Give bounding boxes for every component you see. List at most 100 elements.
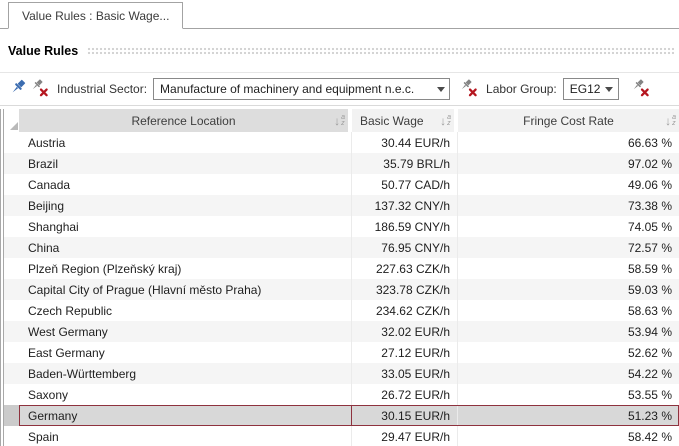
cell-basic-wage[interactable]: 227.63 CZK/h: [352, 258, 458, 279]
cell-fringe-cost-rate[interactable]: 73.38 %: [458, 195, 679, 216]
table-row[interactable]: Canada 50.77 CAD/h 49.06 %: [0, 174, 679, 195]
table-row[interactable]: Baden-Württemberg 33.05 EUR/h 54.22 %: [0, 363, 679, 384]
labor-group-value: EG12: [564, 82, 601, 96]
row-header[interactable]: [4, 300, 19, 321]
table-row[interactable]: China 76.95 CNY/h 72.57 %: [0, 237, 679, 258]
cell-fringe-cost-rate[interactable]: 49.06 %: [458, 174, 679, 195]
row-header[interactable]: [4, 195, 19, 216]
cell-reference-location[interactable]: Austria: [19, 132, 352, 153]
row-header[interactable]: [4, 363, 19, 384]
cell-fringe-cost-rate[interactable]: 72.57 %: [458, 237, 679, 258]
row-header[interactable]: [4, 321, 19, 342]
table-row[interactable]: Brazil 35.79 BRL/h 97.02 %: [0, 153, 679, 174]
table-row[interactable]: Austria 30.44 EUR/h 66.63 %: [0, 132, 679, 153]
cell-fringe-cost-rate[interactable]: 52.62 %: [458, 342, 679, 363]
row-header[interactable]: [4, 426, 19, 446]
cell-fringe-cost-rate[interactable]: 97.02 %: [458, 153, 679, 174]
cell-reference-location[interactable]: Germany: [19, 405, 352, 426]
chevron-down-icon[interactable]: [601, 79, 618, 99]
cell-reference-location[interactable]: Canada: [19, 174, 352, 195]
row-header[interactable]: [4, 153, 19, 174]
column-header-label: Fringe Cost Rate: [523, 114, 614, 128]
column-header-fringe-cost-rate[interactable]: Fringe Cost Rate ↓az: [458, 109, 679, 132]
table-row[interactable]: Saxony 26.72 EUR/h 53.55 %: [0, 384, 679, 405]
row-header[interactable]: [4, 279, 19, 300]
cell-basic-wage[interactable]: 186.59 CNY/h: [352, 216, 458, 237]
row-header[interactable]: [4, 405, 19, 426]
table-row[interactable]: Spain 29.47 EUR/h 58.42 %: [0, 426, 679, 446]
column-header-label: Basic Wage: [360, 114, 424, 128]
cell-reference-location[interactable]: Czech Republic: [19, 300, 352, 321]
cell-reference-location[interactable]: Saxony: [19, 384, 352, 405]
cell-basic-wage[interactable]: 33.05 EUR/h: [352, 363, 458, 384]
clear-industrial-sector-filter-button[interactable]: [459, 79, 479, 99]
cell-basic-wage[interactable]: 234.62 CZK/h: [352, 300, 458, 321]
row-header[interactable]: [4, 216, 19, 237]
cell-fringe-cost-rate[interactable]: 58.42 %: [458, 426, 679, 446]
cell-basic-wage[interactable]: 323.78 CZK/h: [352, 279, 458, 300]
cell-reference-location[interactable]: Plzeň Region (Plzeňský kraj): [19, 258, 352, 279]
cell-reference-location[interactable]: China: [19, 237, 352, 258]
cell-reference-location[interactable]: Baden-Württemberg: [19, 363, 352, 384]
cell-fringe-cost-rate[interactable]: 58.59 %: [458, 258, 679, 279]
table-row[interactable]: Capital City of Prague (Hlavní město Pra…: [0, 279, 679, 300]
cell-reference-location[interactable]: Shanghai: [19, 216, 352, 237]
cell-reference-location[interactable]: Spain: [19, 426, 352, 446]
row-header[interactable]: [4, 342, 19, 363]
cell-basic-wage[interactable]: 50.77 CAD/h: [352, 174, 458, 195]
pushpin-remove-icon: [631, 78, 651, 100]
table-row[interactable]: Shanghai 186.59 CNY/h 74.05 %: [0, 216, 679, 237]
cell-reference-location[interactable]: Capital City of Prague (Hlavní město Pra…: [19, 279, 352, 300]
cell-basic-wage[interactable]: 30.15 EUR/h: [352, 405, 458, 426]
cell-basic-wage[interactable]: 76.95 CNY/h: [352, 237, 458, 258]
labor-group-select[interactable]: EG12: [563, 78, 619, 100]
table-row[interactable]: Czech Republic 234.62 CZK/h 58.63 %: [0, 300, 679, 321]
table-row[interactable]: Plzeň Region (Plzeňský kraj) 227.63 CZK/…: [0, 258, 679, 279]
sort-az-icon[interactable]: ↓az: [440, 115, 451, 127]
tab-title: Value Rules : Basic Wage...: [22, 9, 169, 23]
cell-reference-location[interactable]: Beijing: [19, 195, 352, 216]
pin-filter-button[interactable]: [8, 79, 28, 99]
table-row[interactable]: West Germany 32.02 EUR/h 53.94 %: [0, 321, 679, 342]
cell-basic-wage[interactable]: 137.32 CNY/h: [352, 195, 458, 216]
cell-basic-wage[interactable]: 32.02 EUR/h: [352, 321, 458, 342]
cell-reference-location[interactable]: East Germany: [19, 342, 352, 363]
industrial-sector-select[interactable]: Manufacture of machinery and equipment n…: [153, 78, 450, 100]
table-row[interactable]: Germany 30.15 EUR/h 51.23 %: [0, 405, 679, 426]
select-all-corner[interactable]: [4, 109, 19, 132]
row-header[interactable]: [4, 258, 19, 279]
cell-fringe-cost-rate[interactable]: 53.94 %: [458, 321, 679, 342]
pushpin-remove-icon: [30, 78, 50, 100]
column-header-basic-wage[interactable]: Basic Wage ↓az: [352, 109, 458, 132]
cell-basic-wage[interactable]: 27.12 EUR/h: [352, 342, 458, 363]
clear-labor-group-filter-button[interactable]: [631, 79, 651, 99]
section-heading-row: Value Rules: [8, 42, 674, 59]
chevron-down-icon[interactable]: [432, 79, 449, 99]
cell-fringe-cost-rate[interactable]: 59.03 %: [458, 279, 679, 300]
row-header[interactable]: [4, 237, 19, 258]
cell-basic-wage[interactable]: 29.47 EUR/h: [352, 426, 458, 446]
cell-reference-location[interactable]: West Germany: [19, 321, 352, 342]
cell-basic-wage[interactable]: 35.79 BRL/h: [352, 153, 458, 174]
table-row[interactable]: Beijing 137.32 CNY/h 73.38 %: [0, 195, 679, 216]
cell-fringe-cost-rate[interactable]: 53.55 %: [458, 384, 679, 405]
cell-basic-wage[interactable]: 26.72 EUR/h: [352, 384, 458, 405]
cell-basic-wage[interactable]: 30.44 EUR/h: [352, 132, 458, 153]
cell-fringe-cost-rate[interactable]: 74.05 %: [458, 216, 679, 237]
tab-value-rules[interactable]: Value Rules : Basic Wage...: [8, 2, 183, 29]
cell-reference-location[interactable]: Brazil: [19, 153, 352, 174]
industrial-sector-label: Industrial Sector:: [57, 82, 147, 96]
clear-pin-filter-button[interactable]: [30, 79, 50, 99]
page-title: Value Rules: [8, 44, 78, 58]
row-header[interactable]: [4, 384, 19, 405]
sort-az-icon[interactable]: ↓az: [334, 115, 345, 127]
column-header-reference-location[interactable]: Reference Location ↓az: [19, 109, 352, 132]
cell-fringe-cost-rate[interactable]: 51.23 %: [458, 405, 679, 426]
table-row[interactable]: East Germany 27.12 EUR/h 52.62 %: [0, 342, 679, 363]
row-header[interactable]: [4, 132, 19, 153]
cell-fringe-cost-rate[interactable]: 54.22 %: [458, 363, 679, 384]
row-header[interactable]: [4, 174, 19, 195]
sort-az-icon[interactable]: ↓az: [665, 115, 676, 127]
cell-fringe-cost-rate[interactable]: 58.63 %: [458, 300, 679, 321]
cell-fringe-cost-rate[interactable]: 66.63 %: [458, 132, 679, 153]
